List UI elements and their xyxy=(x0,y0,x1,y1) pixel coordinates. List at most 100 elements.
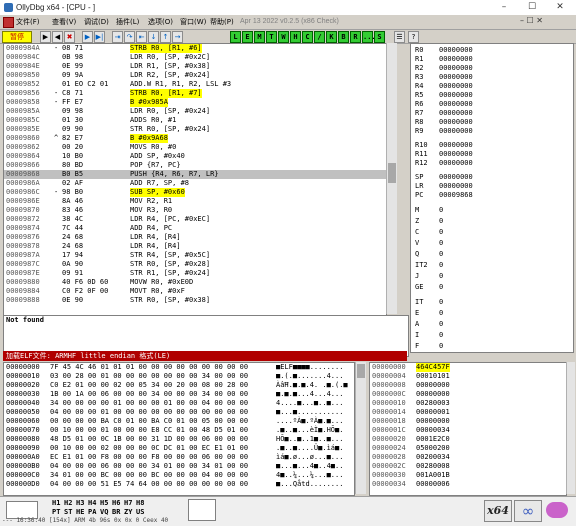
register-row[interactable]: R12 00000000 xyxy=(411,159,571,168)
window-letter-button[interactable]: C xyxy=(302,31,313,43)
window-letter-button[interactable]: K xyxy=(326,31,337,43)
step-over-icon[interactable]: ↷ xyxy=(124,31,135,43)
menu-plugins[interactable]: 插件(L) xyxy=(116,16,139,28)
restart-icon[interactable]: ◀ xyxy=(52,31,63,43)
disasm-row[interactable]: 0000986C -98 B0 SUB SP, #0x60 xyxy=(4,188,386,197)
disasm-row[interactable]: 00009888 0E 90 STR R0, [SP, #0x38] xyxy=(4,296,386,305)
window-letter-button[interactable]: ... xyxy=(362,31,376,43)
register-row[interactable]: R1 00000000 xyxy=(411,55,571,64)
stack-row[interactable]: 00000034 00000006 xyxy=(370,480,566,489)
stack-row[interactable]: 0000000C 00000000 xyxy=(370,390,566,399)
menu-window[interactable]: 窗口(W) xyxy=(180,16,206,28)
stack-row[interactable]: 0000001C 00000034 xyxy=(370,426,566,435)
disasm-row[interactable]: 00009864 10 B0 ADD SP, #0x40 xyxy=(4,152,386,161)
disassembly-scrollbar[interactable] xyxy=(386,43,397,314)
disasm-row[interactable]: 0000987A 17 94 STR R4, [SP, #0x5C] xyxy=(4,251,386,260)
minimize-button[interactable]: – xyxy=(490,0,518,15)
dump-row[interactable]: 00000010 03 00 28 00 01 00 00 00 00 00 00… xyxy=(4,372,354,381)
flag-row[interactable]: A0 xyxy=(411,320,571,329)
register-row[interactable]: PC 00009868 xyxy=(411,191,571,200)
stack-row[interactable]: 00000030 001A001B xyxy=(370,471,566,480)
stack-row[interactable]: 0000002C 00280008 xyxy=(370,462,566,471)
close-button[interactable]: ✕ xyxy=(546,0,574,15)
disasm-row[interactable]: 00009874 7C 44 ADD R4, PC xyxy=(4,224,386,233)
disasm-row[interactable]: 0000987E 09 91 STR R1, [SP, #0x24] xyxy=(4,269,386,278)
window-letter-button[interactable]: E xyxy=(242,31,253,43)
disasm-row[interactable]: 00009880 40 F6 0D 60 MOVW R0, #0xE0D xyxy=(4,278,386,287)
stack-pane[interactable]: 00000000 464C457F 00000004 00010101 00000008… xyxy=(369,362,567,496)
menu-view[interactable]: 查看(V) xyxy=(52,16,76,28)
dump-row[interactable]: 000000A0 EC E1 01 00 F8 00 00 00 F8 00 00… xyxy=(4,453,354,462)
dump-row[interactable]: 00000050 04 00 00 00 01 00 00 00 00 00 00… xyxy=(4,408,354,417)
stack-row[interactable]: 00000010 00280003 xyxy=(370,399,566,408)
stack-row[interactable]: 00000014 00000001 xyxy=(370,408,566,417)
disasm-row[interactable]: 0000985E 09 90 STR R0, [SP, #0x24] xyxy=(4,125,386,134)
menu-file[interactable]: 文件(F) xyxy=(16,16,40,28)
disasm-row[interactable]: 00009852 01 EO C2 01 ADD.W R1, R1, R2, LSL… xyxy=(4,80,386,89)
dump-row[interactable]: 00000090 00 10 00 00 02 00 00 00 0C DC 01… xyxy=(4,444,354,453)
run-icon[interactable]: ▶ xyxy=(40,31,51,43)
stack-row[interactable]: 00000028 00200034 xyxy=(370,453,566,462)
trace-over-icon[interactable]: ↓ xyxy=(148,31,159,43)
register-row[interactable]: SP 00000000 xyxy=(411,173,571,182)
disasm-row[interactable]: 00009870 83 46 MOV R3, R0 xyxy=(4,206,386,215)
flag-row[interactable]: V0 xyxy=(411,239,571,248)
disasm-row[interactable]: 0000986E 8A 46 MOV R2, R1 xyxy=(4,197,386,206)
disasm-row[interactable]: 00009860 ^ 82 E7 B #0x9A68 xyxy=(4,134,386,143)
register-row[interactable]: LR 00000000 xyxy=(411,182,571,191)
register-row[interactable]: R3 00000000 xyxy=(411,73,571,82)
flag-row[interactable]: C0 xyxy=(411,228,571,237)
dump-row[interactable]: 000000B0 04 00 00 00 06 00 00 00 34 01 00… xyxy=(4,462,354,471)
maximize-button[interactable]: ☐ xyxy=(518,0,546,15)
disasm-row[interactable]: 00009862 00 20 MOVS R0, #0 xyxy=(4,143,386,152)
flag-row[interactable]: J0 xyxy=(411,272,571,281)
register-row[interactable]: R10 00000000 xyxy=(411,141,571,150)
stop-icon[interactable]: ✖ xyxy=(64,31,75,43)
menu-list-icon[interactable]: ☰ xyxy=(394,31,405,43)
dump-row[interactable]: 00000060 00 00 00 00 BA C0 01 00 BA C0 01… xyxy=(4,417,354,426)
register-row[interactable]: R6 00000000 xyxy=(411,100,571,109)
dump-row[interactable]: 000000D0 04 00 00 00 51 E5 74 64 00 00 00… xyxy=(4,480,354,489)
disassembly-scroll-thumb[interactable] xyxy=(388,163,396,183)
window-letter-button[interactable]: M xyxy=(254,31,265,43)
disasm-row[interactable]: 0000984E 0E 99 LDR R1, [SP, #0x38] xyxy=(4,62,386,71)
flag-row[interactable]: E0 xyxy=(411,309,571,318)
window-letter-button[interactable]: / xyxy=(314,31,325,43)
disasm-row[interactable]: 0000986A 02 AF ADD R7, SP, #8 xyxy=(4,179,386,188)
disasm-row[interactable]: 00009872 38 4C LDR R4, [PC, #0xEC] xyxy=(4,215,386,224)
register-row[interactable]: R4 00000000 xyxy=(411,82,571,91)
register-row[interactable]: R0 00000000 xyxy=(411,46,571,55)
flag-row[interactable]: Z0 xyxy=(411,217,571,226)
disasm-row[interactable]: 0000987C 0A 90 STR R0, [SP, #0x28] xyxy=(4,260,386,269)
register-row[interactable]: R2 00000000 xyxy=(411,64,571,73)
disasm-row[interactable]: 00009866 80 BD POP {R7, PC} xyxy=(4,161,386,170)
dump-row[interactable]: 00000040 34 00 00 00 00 01 00 00 00 01 00… xyxy=(4,399,354,408)
dump-scroll-thumb[interactable] xyxy=(357,364,365,378)
disasm-row[interactable]: 0000984C 0B 98 LDR R0, [SP, #0x2C] xyxy=(4,53,386,62)
register-row[interactable]: R9 00000000 xyxy=(411,127,571,136)
disasm-row[interactable]: 00009868 B0 B5 PUSH {R4, R6, R7, LR} xyxy=(4,170,386,179)
register-row[interactable]: R11 00000000 xyxy=(411,150,571,159)
play-icon[interactable]: ▶ xyxy=(82,31,93,43)
window-letter-button[interactable]: H xyxy=(290,31,301,43)
register-row[interactable]: R7 00000000 xyxy=(411,109,571,118)
menu-help[interactable]: 帮助(P) xyxy=(210,16,234,28)
disasm-row[interactable]: 00009850 09 9A LDR R2, [SP, #0x24] xyxy=(4,71,386,80)
memory-dump-pane[interactable]: 00000000 7F 45 4C 46 01 01 01 00 00 00 00… xyxy=(3,362,355,496)
menu-debug[interactable]: 调试(D) xyxy=(84,16,109,28)
flag-row[interactable]: F0 xyxy=(411,342,571,351)
dump-row[interactable]: 00000080 48 D5 01 00 0C 1B 00 00 31 1D 00… xyxy=(4,435,354,444)
stack-row[interactable]: 00000024 05000200 xyxy=(370,444,566,453)
menu-options[interactable]: 选项(O) xyxy=(148,16,173,28)
trace-into-icon[interactable]: ⇤ xyxy=(136,31,147,43)
flag-row[interactable]: GE 0 xyxy=(411,283,571,292)
disasm-row[interactable]: 00009876 24 68 LDR R4, [R4] xyxy=(4,233,386,242)
flag-row[interactable]: IT 0 xyxy=(411,298,571,307)
stack-row[interactable]: 00000020 0001E2C0 xyxy=(370,435,566,444)
flag-row[interactable]: I0 xyxy=(411,331,571,340)
dump-scrollbar[interactable] xyxy=(355,362,366,494)
goto-icon[interactable]: → xyxy=(172,31,183,43)
disasm-row[interactable]: 0000985A 09 98 LDR R0, [SP, #0x24] xyxy=(4,107,386,116)
window-letter-button[interactable]: B xyxy=(338,31,349,43)
dump-row[interactable]: 00000000 7F 45 4C 46 01 01 01 00 00 00 00… xyxy=(4,363,354,372)
